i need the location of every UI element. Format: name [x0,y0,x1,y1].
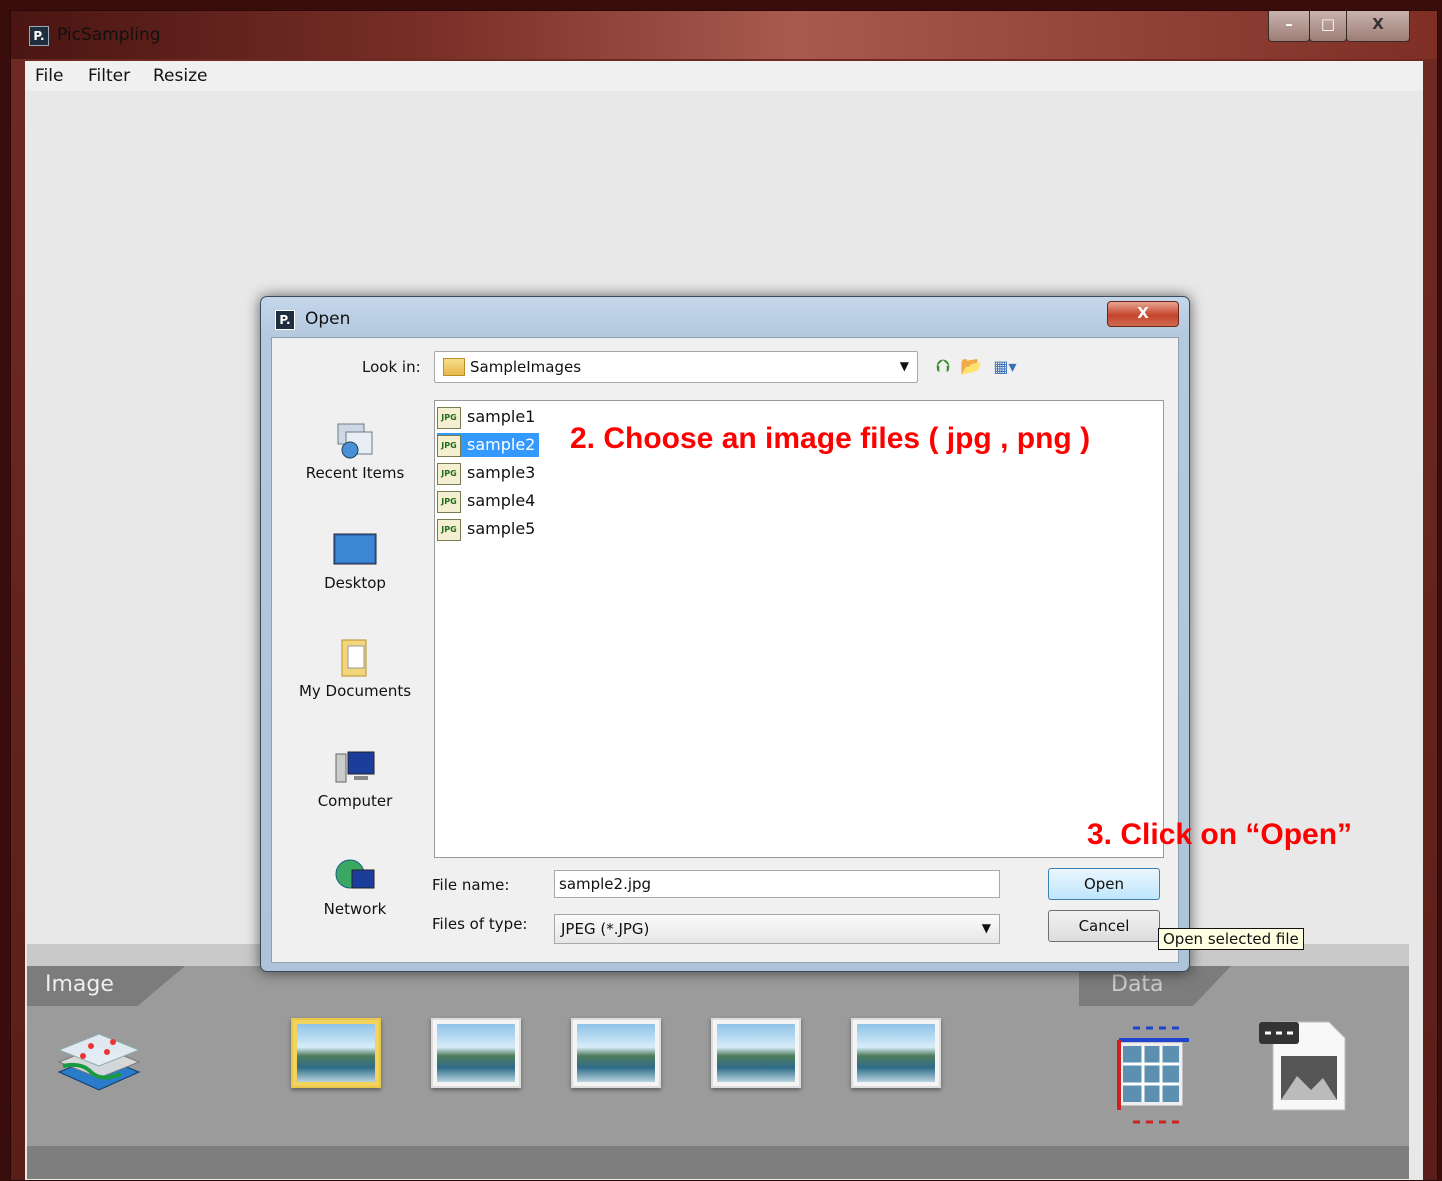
bottom-panel: Image Data [27,944,1409,1179]
view-menu-icon[interactable]: ▦▾ [988,356,1022,378]
jpg-file-icon: JPG [437,434,461,457]
place-label: Computer [317,792,393,810]
jpg-file-icon: JPG [437,406,461,429]
minimize-button[interactable]: – [1268,11,1310,42]
place-label: Recent Items [305,464,405,482]
files-of-type-select[interactable]: JPEG (*.JPG) ▼ [554,914,1000,944]
files-of-type-label: Files of type: [432,915,528,933]
title-bar[interactable]: P. PicSampling – □ X [11,11,1437,59]
file-list[interactable]: JPG sample1 JPG sample2 JPG sample3 JPG samp… [434,400,1164,858]
image-thumbnail-3[interactable] [571,1018,661,1088]
file-name-label: sample2 [467,435,536,454]
chevron-down-icon[interactable]: ▼ [900,359,909,373]
file-name-label: sample3 [467,463,536,482]
image-thumbnail-5[interactable] [851,1018,941,1088]
file-name-label: File name: [432,876,510,894]
dialog-close-button[interactable]: X [1107,301,1179,327]
jpg-file-icon: JPG [437,462,461,485]
place-computer[interactable]: Computer [290,748,420,810]
look-in-value: SampleImages [470,358,582,376]
file-name-input[interactable]: sample2.jpg [554,870,1000,898]
place-my-documents[interactable]: My Documents [290,638,420,700]
recent-items-icon [337,423,373,459]
open-button-tooltip: Open selected file [1158,928,1304,950]
file-name-label: sample1 [467,407,536,426]
desktop-icon [333,533,377,565]
close-button[interactable]: X [1346,11,1410,42]
menu-filter[interactable]: Filter [88,66,130,86]
open-file-dialog: P. Open X Look in: SampleImages ▼ ⮉ 📂 ▦▾… [260,296,1190,972]
file-item-sample3[interactable]: JPG sample3 [437,461,539,485]
file-name-label: sample4 [467,491,536,510]
place-label: My Documents [298,682,412,700]
data-section-tab: Data [1079,966,1231,1006]
export-image-document-icon[interactable] [1253,1016,1349,1116]
documents-icon [341,639,367,677]
image-thumbnail-1[interactable] [291,1018,381,1088]
dialog-title: Open [305,309,351,329]
image-layers-icon[interactable] [51,1022,145,1098]
places-bar: Recent Items Desktop My Documents Comput… [290,400,420,940]
files-of-type-value: JPEG (*.JPG) [561,920,650,938]
look-in-label: Look in: [362,358,421,376]
file-item-sample2[interactable]: JPG sample2 [437,433,540,457]
image-section-tab: Image [27,966,185,1006]
jpg-file-icon: JPG [437,518,461,541]
annotation-step-2: 2. Choose an image files ( jpg , png ) [570,422,1091,455]
app-icon: P. [29,26,49,46]
menu-bar: File Filter Resize [25,61,1423,91]
grid-data-icon[interactable] [1105,1014,1205,1134]
image-thumbnail-4[interactable] [711,1018,801,1088]
chevron-down-icon[interactable]: ▼ [982,921,991,935]
cancel-button[interactable]: Cancel [1048,910,1160,942]
file-name-label: sample5 [467,519,536,538]
image-thumbnail-2[interactable] [431,1018,521,1088]
jpg-file-icon: JPG [437,490,461,513]
open-button[interactable]: Open [1048,868,1160,900]
computer-icon [335,751,375,783]
place-label: Desktop [324,574,386,592]
place-desktop[interactable]: Desktop [290,530,420,592]
up-one-level-icon[interactable]: ⮉ [932,356,954,378]
look-in-combo[interactable]: SampleImages ▼ [434,351,918,383]
menu-resize[interactable]: Resize [153,66,207,86]
file-item-sample5[interactable]: JPG sample5 [437,517,539,541]
dialog-app-icon: P. [275,310,295,330]
panel-footer [27,1146,1409,1179]
annotation-step-3: 3. Click on “Open” [1087,818,1353,851]
new-folder-icon[interactable]: 📂 [960,356,982,378]
place-recent-items[interactable]: Recent Items [290,420,420,482]
file-item-sample4[interactable]: JPG sample4 [437,489,539,513]
folder-icon [443,358,465,376]
maximize-button[interactable]: □ [1309,11,1347,42]
place-network[interactable]: Network [290,856,420,918]
menu-file[interactable]: File [35,66,63,86]
network-icon [335,859,375,889]
file-item-sample1[interactable]: JPG sample1 [437,405,539,429]
window-title: PicSampling [57,25,161,45]
place-label: Network [323,900,387,918]
